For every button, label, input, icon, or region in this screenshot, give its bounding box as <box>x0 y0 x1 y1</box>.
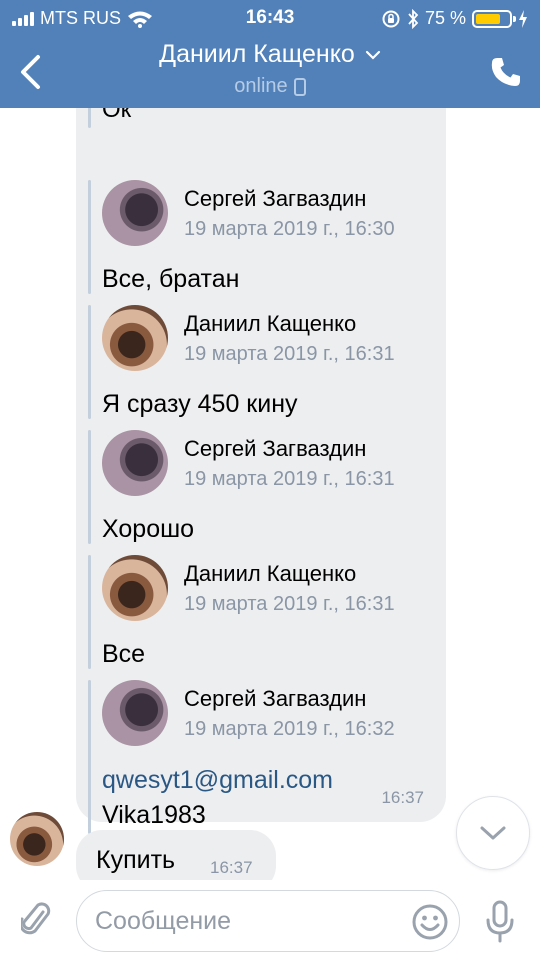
chat-title-button[interactable]: Даниил Кащенко online <box>60 40 480 98</box>
forwarded-message: Даниил Кащенко 19 марта 2019 г., 16:31 В… <box>102 555 442 669</box>
forward-line <box>88 680 91 834</box>
message-date: 19 марта 2019 г., 16:31 <box>184 468 395 490</box>
message-input-wrap <box>76 890 460 952</box>
call-button[interactable] <box>486 50 526 94</box>
forward-line <box>88 430 91 544</box>
author-name[interactable]: Сергей Загваздин <box>184 186 366 212</box>
message-date: 19 марта 2019 г., 16:31 <box>184 593 395 615</box>
author-name[interactable]: Даниил Кащенко <box>184 311 356 337</box>
composer <box>0 880 540 960</box>
battery-fill <box>476 13 500 24</box>
back-icon <box>21 55 40 89</box>
avatar[interactable] <box>10 812 64 866</box>
author-name[interactable]: Сергей Загваздин <box>184 686 366 712</box>
chat-title: Даниил Кащенко <box>159 40 381 69</box>
paperclip-icon <box>21 902 51 935</box>
status-right: 75 % <box>381 8 528 29</box>
message-text: Купить <box>96 846 176 874</box>
chat-header: MTS RUS 16:43 75 % Даниил Кащенко online <box>0 0 540 108</box>
message-input[interactable] <box>95 901 395 941</box>
battery-percent: 75 % <box>424 8 466 28</box>
bluetooth-icon <box>408 8 419 29</box>
forwarded-header: Даниил Кащенко 19 марта 2019 г., 16:31 <box>102 305 442 375</box>
author-name[interactable]: Сергей Загваздин <box>184 436 366 462</box>
charging-icon <box>519 9 527 28</box>
forwarded-message: Сергей Загваздин 19 марта 2019 г., 16:32… <box>102 680 442 834</box>
chat-screen: MTS RUS 16:43 75 % Даниил Кащенко online… <box>0 0 540 960</box>
message-list[interactable]: Ок Сергей Загваздин 19 марта 2019 г., 16… <box>0 108 540 880</box>
forwarded-message: Даниил Кащенко 19 марта 2019 г., 16:31 Я… <box>102 305 442 419</box>
online-label: online <box>234 75 288 97</box>
forwarded-text: Ок <box>102 108 132 123</box>
online-status: online <box>234 75 306 98</box>
forward-lines <box>88 108 94 834</box>
microphone-icon <box>486 900 514 943</box>
mobile-icon <box>293 77 306 96</box>
message-text: Хорошо <box>102 515 195 543</box>
avatar[interactable] <box>102 430 168 496</box>
message-bubble[interactable]: Купить 16:37 <box>76 830 276 880</box>
message-date: 19 марта 2019 г., 16:30 <box>184 218 395 240</box>
message-date: 19 марта 2019 г., 16:32 <box>184 718 395 740</box>
forward-line <box>88 305 91 419</box>
message-time: 16:37 <box>381 788 424 807</box>
forward-line <box>88 555 91 669</box>
forwarded-header: Даниил Кащенко 19 марта 2019 г., 16:31 <box>102 555 442 625</box>
forwarded-header: Сергей Загваздин 19 марта 2019 г., 16:31 <box>102 430 442 500</box>
voice-message-button[interactable] <box>482 898 518 946</box>
contact-name: Даниил Кащенко <box>159 40 355 68</box>
orientation-lock-icon <box>382 10 400 27</box>
avatar[interactable] <box>102 180 168 246</box>
emoji-icon[interactable] <box>411 903 449 941</box>
forwarded-header: Сергей Загваздин 19 марта 2019 г., 16:32 <box>102 680 442 750</box>
avatar[interactable] <box>102 555 168 621</box>
author-name[interactable]: Даниил Кащенко <box>184 561 356 587</box>
forwarded-messages-bubble[interactable]: Ок Сергей Загваздин 19 марта 2019 г., 16… <box>76 108 446 834</box>
avatar[interactable] <box>102 680 168 746</box>
chevron-down-icon <box>480 826 506 840</box>
avatar[interactable] <box>102 305 168 371</box>
chevron-down-icon <box>365 50 380 60</box>
forwarded-message: Сергей Загваздин 19 марта 2019 г., 16:30… <box>102 180 442 294</box>
scroll-down-button[interactable] <box>456 796 530 870</box>
phone-icon <box>491 58 520 86</box>
forwarded-header: Сергей Загваздин 19 марта 2019 г., 16:30 <box>102 180 442 250</box>
forward-line <box>88 108 91 128</box>
status-bar: MTS RUS 16:43 75 % <box>0 0 540 36</box>
message-text: Я сразу 450 кину <box>102 390 298 418</box>
attach-button[interactable] <box>16 896 56 944</box>
message-text: Все, братан <box>102 265 240 293</box>
message-time: 16:37 <box>210 858 253 877</box>
message-date: 19 марта 2019 г., 16:31 <box>184 343 395 365</box>
forward-line <box>88 180 91 294</box>
forwarded-message: Сергей Загваздин 19 марта 2019 г., 16:31… <box>102 430 442 544</box>
message-text: Все <box>102 640 146 668</box>
back-button[interactable] <box>10 48 50 96</box>
battery-icon <box>472 9 516 28</box>
